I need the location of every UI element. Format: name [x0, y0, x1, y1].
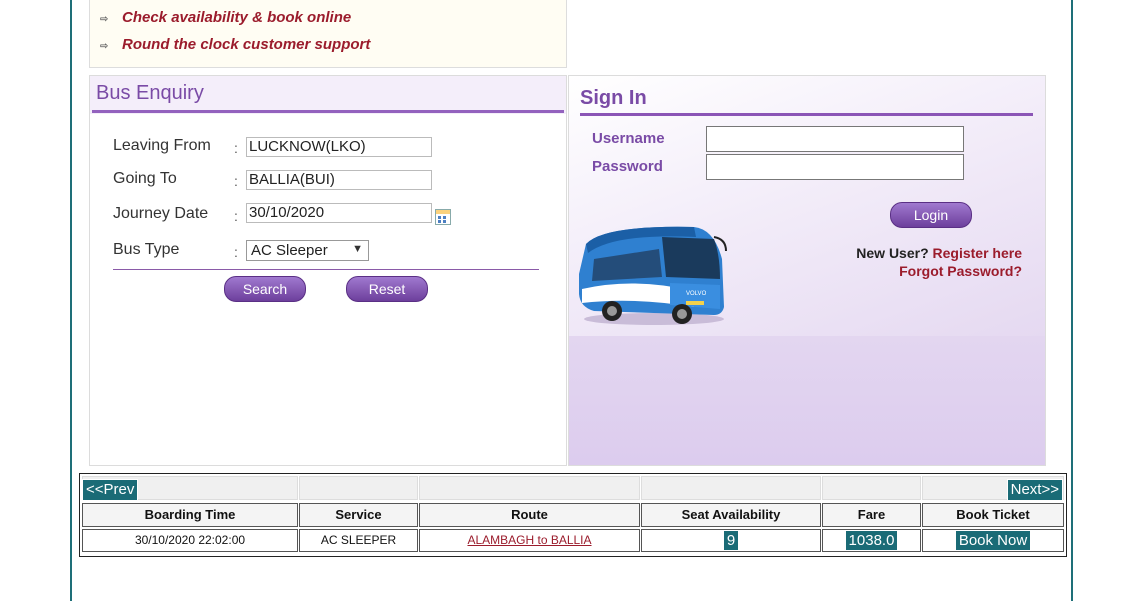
- journey-date-input[interactable]: 30/10/2020: [246, 203, 432, 223]
- column-header-route: Route: [419, 503, 640, 527]
- search-button[interactable]: Search: [224, 276, 306, 302]
- pagination-row: <<Prev Next>>: [80, 476, 1066, 501]
- bus-enquiry-title: Bus Enquiry: [96, 82, 204, 104]
- next-page-button[interactable]: Next>>: [1006, 479, 1063, 501]
- colon: :: [234, 173, 238, 189]
- fare-badge: 1038.0: [844, 530, 899, 552]
- page-frame-left: [70, 0, 72, 601]
- svg-text:VOLVO: VOLVO: [686, 291, 707, 297]
- sign-in-panel: Sign In Username Password Login New User…: [568, 75, 1046, 466]
- prev-page-button[interactable]: <<Prev: [82, 479, 139, 501]
- new-user-label: New User?: [856, 245, 929, 261]
- bus-enquiry-panel: Bus Enquiry Leaving From : LUCKNOW(LKO) …: [89, 75, 567, 466]
- header-divider: [92, 110, 564, 113]
- calendar-icon[interactable]: [435, 209, 451, 225]
- column-header-boarding-time: Boarding Time: [82, 503, 298, 527]
- leaving-from-label: Leaving From: [113, 137, 211, 154]
- route-link[interactable]: ALAMBAGH to BALLIA: [467, 533, 591, 547]
- page-frame-right: [1071, 0, 1073, 601]
- password-input[interactable]: [706, 154, 964, 180]
- colon: :: [234, 208, 238, 224]
- colon: :: [234, 244, 238, 260]
- arrow-bullet-icon: ⇨: [100, 41, 109, 52]
- bus-type-select[interactable]: AC Sleeper ▼: [246, 240, 369, 261]
- seat-count-badge: 9: [722, 530, 740, 552]
- seat-availability-cell: 9: [641, 529, 821, 552]
- feature-item: ⇨ Round the clock customer support: [100, 36, 370, 53]
- service-cell: AC SLEEPER: [299, 529, 418, 552]
- bus-enquiry-header: Bus Enquiry: [90, 76, 566, 114]
- nav-cell: [822, 476, 921, 500]
- new-user-text: New User? Register here: [856, 245, 1022, 261]
- going-to-label: Going To: [113, 170, 177, 187]
- arrow-bullet-icon: ⇨: [100, 14, 109, 25]
- boarding-time-cell: 30/10/2020 22:02:00: [82, 529, 298, 552]
- reset-button[interactable]: Reset: [346, 276, 428, 302]
- header-divider: [580, 113, 1033, 116]
- bus-type-label: Bus Type: [113, 241, 180, 258]
- column-header-book-ticket: Book Ticket: [922, 503, 1064, 527]
- password-label: Password: [592, 158, 663, 175]
- route-cell: ALAMBAGH to BALLIA: [419, 529, 640, 552]
- column-header-fare: Fare: [822, 503, 921, 527]
- features-box: ⇨ Check availability & book online ⇨ Round…: [89, 0, 567, 68]
- feature-text: Check availability & book online: [122, 9, 352, 26]
- colon: :: [234, 140, 238, 156]
- username-input[interactable]: [706, 126, 964, 152]
- feature-text: Round the clock customer support: [122, 36, 371, 53]
- chevron-down-icon: ▼: [352, 243, 363, 255]
- bus-image: VOLVO: [579, 226, 727, 325]
- forgot-password-link[interactable]: Forgot Password?: [899, 263, 1022, 279]
- book-now-button[interactable]: Book Now: [954, 530, 1032, 552]
- login-button[interactable]: Login: [890, 202, 972, 228]
- sign-in-title: Sign In: [580, 87, 647, 109]
- leaving-from-input[interactable]: LUCKNOW(LKO): [246, 137, 432, 157]
- column-header-seat-availability: Seat Availability: [641, 503, 821, 527]
- register-link[interactable]: Register here: [933, 245, 1022, 261]
- nav-cell: [299, 476, 418, 500]
- results-table: <<Prev Next>> Boarding Time Service Rout…: [79, 473, 1067, 557]
- username-label: Username: [592, 130, 665, 147]
- bus-type-value: AC Sleeper: [251, 242, 328, 259]
- column-header-service: Service: [299, 503, 418, 527]
- fare-cell: 1038.0: [822, 529, 921, 552]
- going-to-input[interactable]: BALLIA(BUI): [246, 170, 432, 190]
- journey-date-label: Journey Date: [113, 205, 209, 222]
- nav-cell: [641, 476, 821, 500]
- feature-item: ⇨ Check availability & book online: [100, 9, 351, 26]
- nav-cell: [419, 476, 640, 500]
- form-divider: [113, 269, 539, 270]
- book-ticket-cell: Book Now: [922, 529, 1064, 552]
